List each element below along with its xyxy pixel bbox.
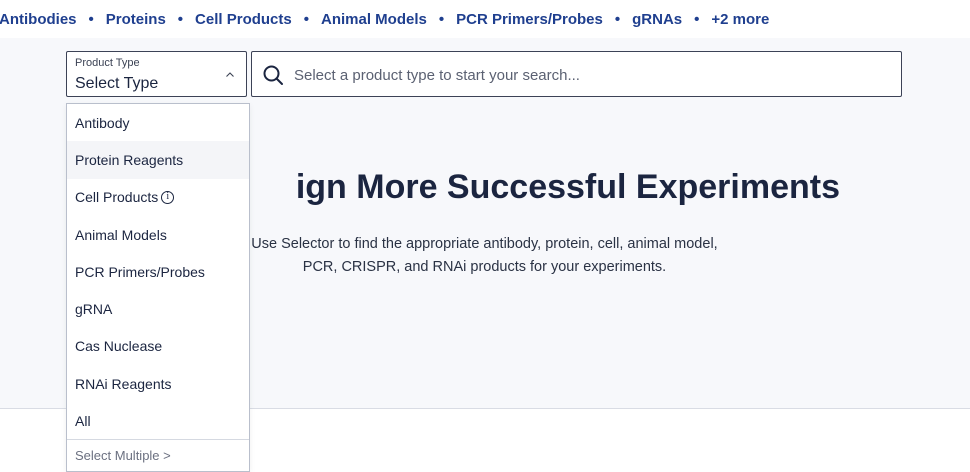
nav-link-grnas[interactable]: gRNAs: [632, 11, 682, 28]
hero-description: Use Selector to find the appropriate ant…: [251, 236, 718, 275]
dropdown-option-protein-reagents[interactable]: Protein Reagents: [67, 141, 249, 179]
nav-link-more[interactable]: +2 more: [711, 11, 769, 28]
option-label: Cas Nuclease: [75, 338, 163, 355]
nav-separator: •: [694, 10, 700, 28]
select-multiple-link[interactable]: Select Multiple >: [67, 439, 249, 471]
nav-link-cell-products[interactable]: Cell Products: [195, 11, 292, 28]
option-label: PCR Primers/Probes: [75, 263, 205, 280]
nav-separator: •: [614, 10, 621, 28]
dropdown-option-rnai-reagents[interactable]: RNAi Reagents: [67, 365, 249, 402]
dropdown-option-cell-products[interactable]: Cell Products: [67, 179, 249, 216]
top-category-nav: Antibodies • Proteins • Cell Products • …: [0, 0, 970, 38]
dropdown-option-cas-nuclease[interactable]: Cas Nuclease: [67, 328, 249, 365]
dropdown-option-animal-models[interactable]: Animal Models: [67, 216, 249, 253]
option-label: Cell Products: [75, 189, 159, 206]
option-label: gRNA: [75, 301, 113, 318]
info-icon[interactable]: [161, 190, 175, 204]
product-type-value: Select Type: [75, 75, 159, 92]
option-label: All: [75, 413, 91, 430]
nav-separator: •: [88, 10, 94, 28]
nav-separator: •: [303, 10, 309, 28]
option-label: RNAi Reagents: [75, 375, 172, 392]
nav-link-animal-models[interactable]: Animal Models: [321, 11, 427, 28]
product-type-select[interactable]: Product Type Select Type: [66, 51, 247, 97]
nav-separator: •: [438, 10, 445, 28]
nav-link-proteins[interactable]: Proteins: [106, 11, 166, 28]
option-label: Animal Models: [75, 226, 167, 243]
search-box: [251, 51, 902, 97]
option-label: Protein Reagents: [75, 151, 184, 168]
option-label: Antibody: [75, 114, 130, 131]
dropdown-option-antibody[interactable]: Antibody: [67, 104, 249, 141]
dropdown-option-all[interactable]: All: [67, 402, 249, 439]
search-input[interactable]: [292, 62, 886, 88]
nav-link-antibodies[interactable]: Antibodies: [0, 11, 77, 28]
chevron-up-icon: [226, 72, 234, 77]
nav-separator: •: [177, 10, 184, 28]
dropdown-option-grna[interactable]: gRNA: [67, 290, 249, 327]
nav-link-pcr-primers-probes[interactable]: PCR Primers/Probes: [456, 11, 603, 28]
search-icon: [263, 65, 283, 85]
product-type-label: Product Type: [75, 57, 140, 69]
product-type-dropdown: Antibody Protein Reagents Cell Products …: [66, 103, 250, 472]
dropdown-option-pcr-primers-probes[interactable]: PCR Primers/Probes: [67, 253, 249, 290]
